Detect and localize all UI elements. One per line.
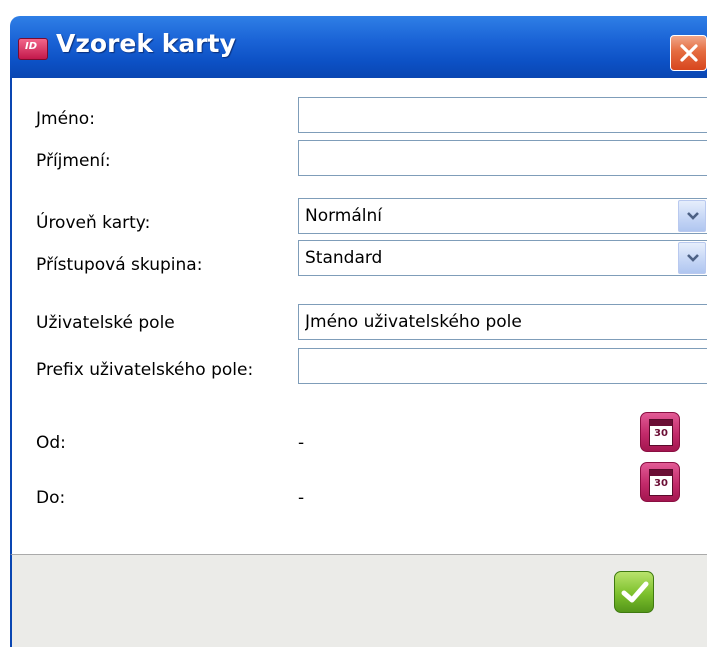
form-body: Jméno: Příjmení: Úroveň karty: Normální … bbox=[10, 78, 707, 554]
calendar-icon-day: 30 bbox=[654, 478, 668, 489]
first-name-input[interactable] bbox=[299, 98, 707, 132]
card-level-value: Normální bbox=[305, 206, 383, 226]
valid-from-value: - bbox=[298, 433, 305, 453]
confirm-button[interactable] bbox=[614, 571, 654, 613]
user-field-prefix-label: Prefix uživatelského pole: bbox=[36, 360, 254, 380]
valid-from-label: Od: bbox=[36, 433, 66, 453]
calendar-icon-day: 30 bbox=[654, 428, 668, 439]
user-field-field[interactable] bbox=[298, 304, 707, 340]
access-group-dropdown-button[interactable] bbox=[678, 242, 706, 274]
chevron-down-icon bbox=[687, 212, 699, 220]
user-field-input[interactable] bbox=[299, 305, 707, 339]
close-icon bbox=[680, 44, 698, 62]
first-name-field[interactable] bbox=[298, 97, 707, 133]
calendar-icon: 30 bbox=[649, 469, 673, 496]
title-bar[interactable]: Vzorek karty bbox=[10, 16, 707, 78]
user-field-prefix-field[interactable] bbox=[298, 348, 707, 384]
card-level-select[interactable]: Normální bbox=[298, 198, 707, 234]
last-name-field[interactable] bbox=[298, 140, 707, 176]
window-title: Vzorek karty bbox=[56, 29, 236, 58]
valid-to-calendar-button[interactable]: 30 bbox=[640, 462, 680, 502]
close-button[interactable] bbox=[670, 35, 707, 71]
card-level-label: Úroveň karty: bbox=[36, 213, 151, 233]
user-field-label: Uživatelské pole bbox=[36, 313, 175, 333]
last-name-label: Příjmení: bbox=[36, 151, 111, 171]
checkmark-icon bbox=[621, 581, 649, 603]
chevron-down-icon bbox=[687, 254, 699, 262]
access-group-label: Přístupová skupina: bbox=[36, 255, 203, 275]
card-id-icon bbox=[18, 38, 48, 60]
card-template-dialog: Vzorek karty Jméno: Příjmení: Úroveň kar… bbox=[0, 0, 707, 647]
first-name-label: Jméno: bbox=[36, 109, 95, 129]
user-field-prefix-input[interactable] bbox=[299, 349, 707, 383]
valid-to-value: - bbox=[298, 488, 305, 508]
last-name-input[interactable] bbox=[299, 141, 707, 175]
valid-to-label: Do: bbox=[36, 488, 66, 508]
access-group-select[interactable]: Standard bbox=[298, 240, 707, 276]
dialog-footer bbox=[10, 554, 707, 647]
valid-from-calendar-button[interactable]: 30 bbox=[640, 412, 680, 452]
calendar-icon: 30 bbox=[649, 419, 673, 446]
card-level-dropdown-button[interactable] bbox=[678, 200, 706, 232]
access-group-value: Standard bbox=[305, 248, 383, 268]
